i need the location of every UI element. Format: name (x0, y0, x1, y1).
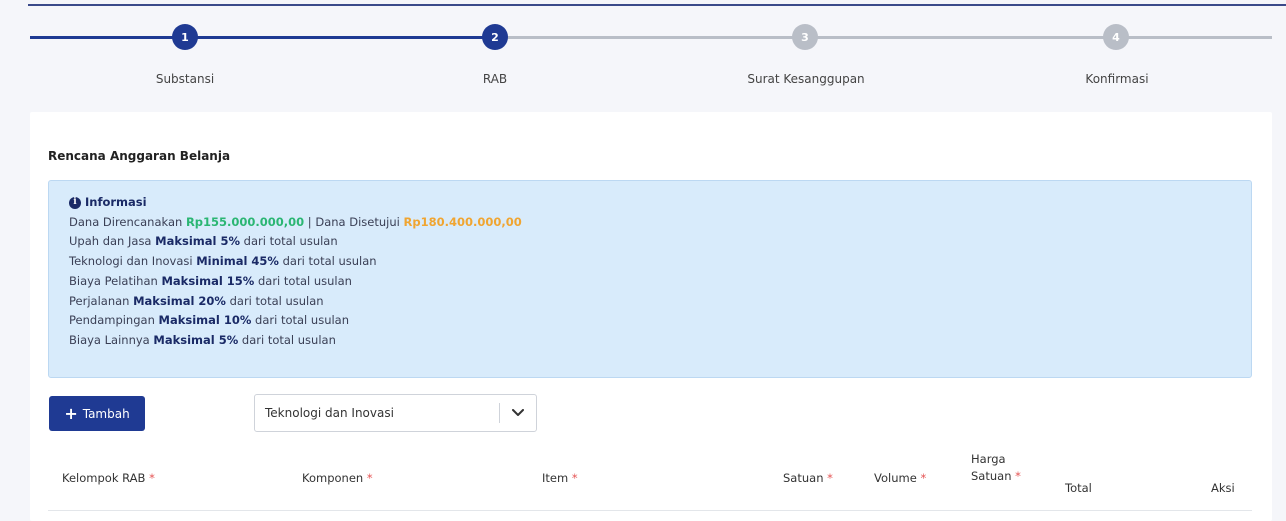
rab-card: Rencana Anggaran Belanja i Informasi Dan… (30, 112, 1272, 521)
header-volume: Volume * (874, 471, 927, 485)
step-1-label: Substansi (155, 72, 215, 86)
step-4-circle[interactable]: 4 (1103, 24, 1129, 50)
rule-line: Pendampingan Maksimal 10% dari total usu… (69, 313, 350, 328)
chevron-down-icon[interactable] (500, 409, 536, 417)
planned-amount: Rp155.000.000,00 (185, 214, 305, 229)
header-aksi: Aksi (1211, 481, 1235, 495)
section-title: Rencana Anggaran Belanja (48, 149, 231, 163)
rule-line: Teknologi dan Inovasi Minimal 45% dari t… (69, 254, 377, 269)
rule-line: Upah dan Jasa Maksimal 5% dari total usu… (69, 234, 338, 249)
step-3-label: Surat Kesanggupan (747, 72, 865, 86)
step-2-circle[interactable]: 2 (482, 24, 508, 50)
header-kelompok-rab: Kelompok RAB * (62, 471, 155, 485)
rule-line: Biaya Lainnya Maksimal 5% dari total usu… (69, 332, 336, 347)
header-komponen: Komponen * (302, 471, 373, 485)
info-icon: i (69, 196, 81, 209)
plus-icon: + (64, 403, 78, 423)
header-item: Item * (542, 471, 578, 485)
info-heading: i Informasi (69, 193, 1231, 213)
step-1-circle[interactable]: 1 (172, 24, 198, 50)
rule-line: Biaya Pelatihan Maksimal 15% dari total … (69, 273, 352, 288)
step-remaining-line (496, 36, 1272, 39)
step-progress-line (30, 36, 496, 39)
step-4-label: Konfirmasi (1085, 72, 1149, 86)
approved-amount: Rp180.400.000,00 (403, 214, 522, 229)
header-harga-satuan: Harga Satuan * (971, 452, 1021, 483)
step-3-circle[interactable]: 3 (792, 24, 818, 50)
table-header-divider (48, 510, 1252, 511)
add-button[interactable]: + Tambah (49, 396, 145, 431)
stepper: 1 2 3 4 Substansi RAB Surat Kesanggupan … (0, 0, 1286, 100)
category-select[interactable]: Teknologi dan Inovasi (254, 394, 537, 432)
info-box: i Informasi Dana Direncanakan Rp155.000.… (48, 180, 1252, 378)
header-satuan: Satuan * (783, 471, 833, 485)
step-2-label: RAB (482, 72, 508, 86)
category-select-value: Teknologi dan Inovasi (265, 406, 394, 420)
header-total: Total (1065, 481, 1092, 495)
rule-line: Perjalanan Maksimal 20% dari total usula… (69, 293, 324, 308)
budget-line: Dana Direncanakan Rp155.000.000,00 | Dan… (69, 214, 522, 229)
